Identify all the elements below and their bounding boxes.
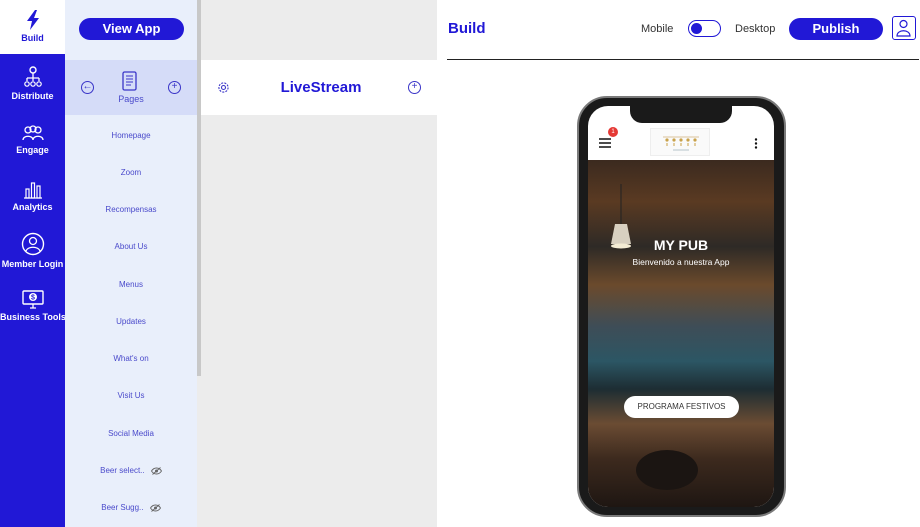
app-root: Build Distribute Engage Analytics Member… <box>0 0 920 527</box>
user-icon <box>896 19 911 37</box>
page-link-whats-on[interactable]: What's on <box>65 354 197 363</box>
page-link-beer-sugg[interactable]: Beer Sugg.. <box>65 503 197 512</box>
page-link-updates[interactable]: Updates <box>65 317 197 326</box>
back-arrow-icon[interactable]: ← <box>81 81 94 94</box>
nav-rail: Build Distribute Engage Analytics Member… <box>0 0 66 527</box>
nav-item-business-tools[interactable]: $ Business Tools <box>0 288 66 344</box>
eye-off-icon[interactable] <box>149 504 161 512</box>
people-icon <box>21 125 44 141</box>
toggle-mobile-label[interactable]: Mobile <box>641 23 673 35</box>
nav-item-distribute[interactable]: Distribute <box>0 64 65 120</box>
bar-chart-icon <box>23 182 42 199</box>
hero-cta-button[interactable]: PROGRAMA FESTIVOS <box>624 396 739 418</box>
page-link-beer-select[interactable]: Beer select.. <box>65 466 197 475</box>
nav-item-label: Member Login <box>1 259 64 269</box>
hero-title: MY PUB <box>653 237 709 253</box>
pages-header-label: Pages <box>118 94 144 104</box>
nav-item-label: Analytics <box>12 202 53 212</box>
hamburger-menu-icon[interactable] <box>599 138 611 148</box>
phone-notch <box>630 106 732 123</box>
detail-title: LiveStream <box>280 79 362 96</box>
add-item-icon[interactable]: + <box>408 81 421 94</box>
view-app-button[interactable]: View App <box>79 18 184 40</box>
phone-screen: 1 MY PUB Bienvenido a nuestra App PROGRA… <box>588 106 774 507</box>
add-page-icon[interactable]: + <box>168 81 181 94</box>
nav-item-label: Distribute <box>11 91 54 101</box>
nav-item-analytics[interactable]: Analytics <box>0 178 65 234</box>
logo-mark <box>663 136 699 151</box>
nav-item-label: Engage <box>16 145 49 155</box>
hero-subtitle: Bienvenido a nuestra App <box>632 257 730 267</box>
svg-text:$: $ <box>31 295 35 302</box>
nav-item-label: Business Tools <box>0 312 66 322</box>
notification-badge: 1 <box>608 127 618 137</box>
page-link-visit-us[interactable]: Visit Us <box>65 391 197 400</box>
page-link-zoom[interactable]: Zoom <box>65 168 197 177</box>
nav-item-member-login[interactable]: Member Login <box>0 232 65 288</box>
page-link-recompensas[interactable]: Recompensas <box>65 205 197 214</box>
header-divider <box>447 59 919 60</box>
profile-button[interactable] <box>892 16 916 40</box>
page-link-about-us[interactable]: About Us <box>65 242 197 251</box>
page-link-homepage[interactable]: Homepage <box>65 131 197 140</box>
publish-button[interactable]: Publish <box>789 18 883 40</box>
page-title: Build <box>448 20 486 37</box>
page-link-label: Beer select.. <box>100 466 145 475</box>
nav-item-label: Build <box>21 33 44 43</box>
page-link-menus[interactable]: Menus <box>65 280 197 289</box>
network-icon <box>23 66 42 87</box>
page-link-label: Beer Sugg.. <box>101 503 144 512</box>
eye-off-icon[interactable] <box>150 467 162 475</box>
device-toggle[interactable] <box>688 20 721 37</box>
nav-item-engage[interactable]: Engage <box>0 122 65 178</box>
pages-header: ← Pages + <box>65 60 197 115</box>
nav-item-build[interactable]: Build <box>0 0 65 54</box>
bolt-icon <box>26 10 39 30</box>
toggle-knob <box>691 22 702 34</box>
toggle-desktop-label[interactable]: Desktop <box>735 23 775 35</box>
user-circle-icon <box>21 232 44 256</box>
bar-stool <box>636 450 698 490</box>
detail-header: LiveStream + <box>201 60 437 115</box>
monitor-dollar-icon: $ <box>21 290 44 309</box>
more-vertical-icon[interactable] <box>754 138 758 149</box>
page-link-social-media[interactable]: Social Media <box>65 429 197 438</box>
app-logo <box>650 128 710 156</box>
page-icon <box>122 71 137 91</box>
hero-image: MY PUB Bienvenido a nuestra App PROGRAMA… <box>588 160 774 507</box>
